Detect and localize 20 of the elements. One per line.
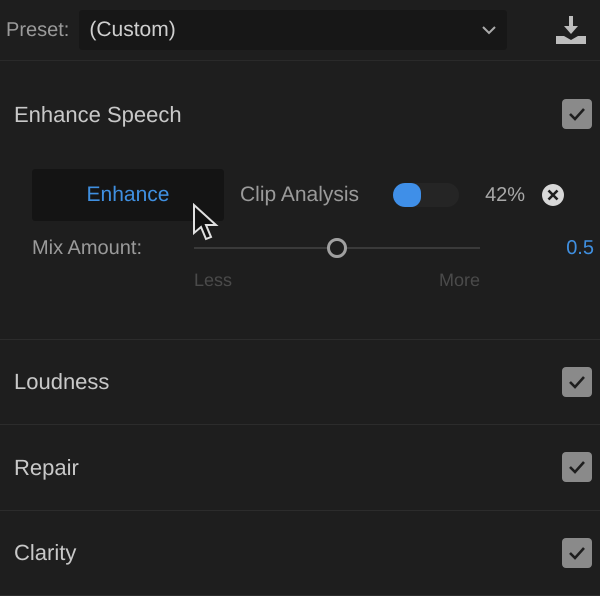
cursor-icon: [192, 202, 220, 243]
slider-thumb[interactable]: [327, 238, 347, 258]
close-icon[interactable]: [541, 182, 566, 207]
checkbox[interactable]: [562, 452, 592, 482]
preset-dropdown[interactable]: (Custom): [79, 10, 508, 50]
section-title: Enhance Speech: [14, 100, 182, 129]
mix-value[interactable]: 0.5: [566, 234, 594, 261]
section-title: Clarity: [14, 539, 76, 568]
checkbox[interactable]: [562, 538, 592, 568]
mix-amount-label: Mix Amount:: [32, 236, 144, 261]
download-icon[interactable]: [554, 14, 588, 46]
chevron-icon: [481, 25, 498, 36]
checkbox[interactable]: [562, 99, 592, 130]
enhance-button[interactable]: Enhance: [32, 168, 224, 221]
section-title: Repair: [14, 454, 79, 482]
section-title: Loudness: [14, 368, 110, 396]
preset-label: Preset:: [6, 18, 70, 44]
clip-analysis-label: Clip Analysis: [240, 182, 360, 208]
progress-reading: 42%: [485, 182, 526, 208]
checkbox[interactable]: [562, 366, 592, 397]
